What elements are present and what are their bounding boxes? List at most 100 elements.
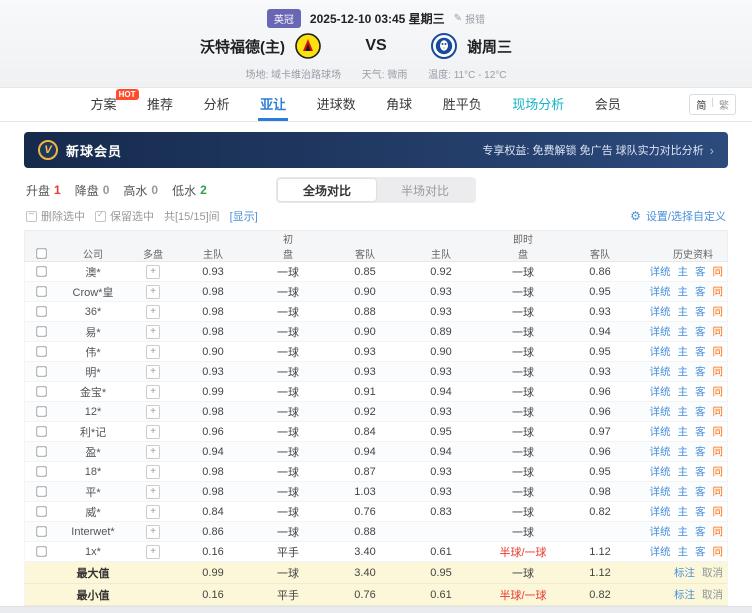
- history-home-link[interactable]: 主: [678, 344, 689, 359]
- history-detail-link[interactable]: 详统: [650, 544, 671, 559]
- stat-water-low[interactable]: 低水2: [172, 182, 207, 199]
- history-home-link[interactable]: 主: [678, 384, 689, 399]
- history-same-link[interactable]: 同: [713, 264, 724, 279]
- history-home-link[interactable]: 主: [678, 504, 689, 519]
- history-same-link[interactable]: 同: [713, 384, 724, 399]
- history-home-link[interactable]: 主: [678, 364, 689, 379]
- history-away-link[interactable]: 客: [695, 484, 706, 499]
- history-same-link[interactable]: 同: [713, 344, 724, 359]
- report-error-link[interactable]: ✎报错: [454, 11, 485, 26]
- cancel-link[interactable]: 取消: [702, 587, 723, 602]
- company-name[interactable]: 金宝*: [57, 384, 129, 400]
- company-name[interactable]: 36*: [57, 306, 129, 318]
- history-detail-link[interactable]: 详统: [650, 344, 671, 359]
- history-away-link[interactable]: 客: [695, 424, 706, 439]
- expand-odds-button[interactable]: +: [146, 285, 160, 299]
- history-same-link[interactable]: 同: [713, 324, 724, 339]
- history-away-link[interactable]: 客: [695, 404, 706, 419]
- history-same-link[interactable]: 同: [713, 284, 724, 299]
- expand-odds-button[interactable]: +: [146, 465, 160, 479]
- history-home-link[interactable]: 主: [678, 264, 689, 279]
- history-same-link[interactable]: 同: [713, 504, 724, 519]
- company-name[interactable]: 澳*: [57, 264, 129, 280]
- stat-water-high[interactable]: 高水0: [123, 182, 158, 199]
- tab-asian-handicap[interactable]: 亚让: [258, 88, 288, 121]
- row-checkbox[interactable]: [36, 326, 46, 336]
- row-checkbox[interactable]: [36, 426, 46, 436]
- history-home-link[interactable]: 主: [678, 284, 689, 299]
- tab-recommend[interactable]: 推荐: [145, 88, 175, 121]
- language-toggle[interactable]: 简 | 繁: [689, 94, 736, 115]
- history-detail-link[interactable]: 详统: [650, 304, 671, 319]
- history-home-link[interactable]: 主: [678, 524, 689, 539]
- lang-simplified[interactable]: 简: [696, 97, 706, 112]
- company-name[interactable]: Crow*皇: [57, 284, 129, 300]
- tab-plans[interactable]: 方案HOT: [89, 88, 119, 121]
- tab-corners[interactable]: 角球: [384, 88, 414, 121]
- company-name[interactable]: 平*: [57, 484, 129, 500]
- history-same-link[interactable]: 同: [713, 484, 724, 499]
- cancel-link[interactable]: 取消: [702, 565, 723, 580]
- history-same-link[interactable]: 同: [713, 424, 724, 439]
- history-detail-link[interactable]: 详统: [650, 264, 671, 279]
- company-name[interactable]: 威*: [57, 504, 129, 520]
- tab-1x2[interactable]: 胜平负: [441, 88, 484, 121]
- history-away-link[interactable]: 客: [695, 344, 706, 359]
- expand-odds-button[interactable]: +: [146, 405, 160, 419]
- expand-odds-button[interactable]: +: [146, 445, 160, 459]
- company-name[interactable]: 易*: [57, 324, 129, 340]
- company-name[interactable]: 18*: [57, 466, 129, 478]
- stat-handicap-down[interactable]: 降盘0: [75, 182, 110, 199]
- history-home-link[interactable]: 主: [678, 544, 689, 559]
- history-detail-link[interactable]: 详统: [650, 464, 671, 479]
- history-away-link[interactable]: 客: [695, 364, 706, 379]
- row-checkbox[interactable]: [36, 466, 46, 476]
- history-same-link[interactable]: 同: [713, 364, 724, 379]
- history-home-link[interactable]: 主: [678, 304, 689, 319]
- company-name[interactable]: 明*: [57, 364, 129, 380]
- row-checkbox[interactable]: [36, 266, 46, 276]
- expand-odds-button[interactable]: +: [146, 325, 160, 339]
- stat-handicap-up[interactable]: 升盘1: [26, 182, 61, 199]
- history-away-link[interactable]: 客: [695, 284, 706, 299]
- row-checkbox[interactable]: [36, 446, 46, 456]
- history-home-link[interactable]: 主: [678, 424, 689, 439]
- history-away-link[interactable]: 客: [695, 544, 706, 559]
- row-checkbox[interactable]: [36, 546, 46, 556]
- history-detail-link[interactable]: 详统: [650, 404, 671, 419]
- history-home-link[interactable]: 主: [678, 464, 689, 479]
- expand-odds-button[interactable]: +: [146, 345, 160, 359]
- show-link[interactable]: [显示]: [230, 208, 258, 224]
- expand-odds-button[interactable]: +: [146, 305, 160, 319]
- tab-full-match-compare[interactable]: 全场对比: [278, 179, 376, 201]
- history-same-link[interactable]: 同: [713, 464, 724, 479]
- company-name[interactable]: 利*记: [57, 424, 129, 440]
- row-checkbox[interactable]: [36, 286, 46, 296]
- history-home-link[interactable]: 主: [678, 444, 689, 459]
- history-same-link[interactable]: 同: [713, 444, 724, 459]
- expand-odds-button[interactable]: +: [146, 545, 160, 559]
- company-name[interactable]: 12*: [57, 406, 129, 418]
- company-name[interactable]: 伟*: [57, 344, 129, 360]
- home-team-name[interactable]: 沃特福德(主): [200, 36, 285, 57]
- expand-odds-button[interactable]: +: [146, 385, 160, 399]
- row-checkbox[interactable]: [36, 486, 46, 496]
- history-same-link[interactable]: 同: [713, 524, 724, 539]
- history-detail-link[interactable]: 详统: [650, 284, 671, 299]
- history-home-link[interactable]: 主: [678, 324, 689, 339]
- mark-link[interactable]: 标注: [674, 587, 695, 602]
- company-name[interactable]: Interwet*: [57, 526, 129, 538]
- expand-odds-button[interactable]: +: [146, 265, 160, 279]
- history-detail-link[interactable]: 详统: [650, 484, 671, 499]
- row-checkbox[interactable]: [36, 526, 46, 536]
- history-detail-link[interactable]: 详统: [650, 444, 671, 459]
- tab-live-analysis[interactable]: 现场分析: [510, 88, 566, 121]
- row-checkbox[interactable]: [36, 406, 46, 416]
- company-name[interactable]: 1x*: [57, 546, 129, 558]
- mark-link[interactable]: 标注: [674, 565, 695, 580]
- settings-link[interactable]: ⚙ 设置/选择自定义: [630, 208, 726, 224]
- history-away-link[interactable]: 客: [695, 324, 706, 339]
- expand-odds-button[interactable]: +: [146, 425, 160, 439]
- history-home-link[interactable]: 主: [678, 484, 689, 499]
- history-detail-link[interactable]: 详统: [650, 424, 671, 439]
